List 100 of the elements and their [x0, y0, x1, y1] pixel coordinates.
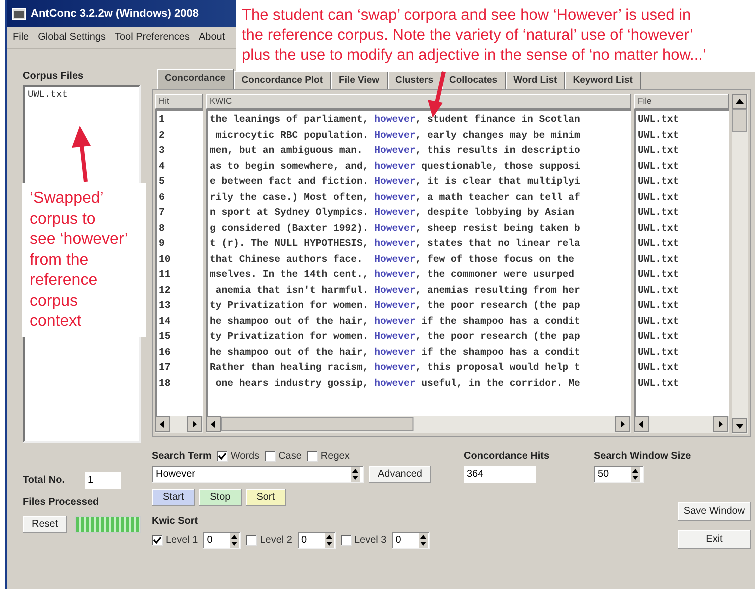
- tab[interactable]: File View: [331, 71, 388, 89]
- window-title: AntConc 3.2.2w (Windows) 2008: [31, 8, 199, 20]
- action-button[interactable]: Sort: [246, 489, 286, 506]
- action-button[interactable]: Start: [152, 489, 196, 506]
- pointer-arrow: [72, 126, 91, 182]
- file-name: UWL.txt: [637, 206, 680, 220]
- kwic-line: g considered (Baxter 1992). However, sheep resist being taken b: [209, 222, 582, 236]
- action-button[interactable]: Stop: [199, 489, 242, 506]
- checkbox[interactable]: [216, 451, 228, 462]
- spinner-icon[interactable]: [418, 532, 428, 548]
- file-name: UWL.txt: [637, 284, 680, 298]
- field-label: Total No.: [23, 475, 66, 486]
- hit-number: 12: [158, 284, 172, 298]
- scrollbar[interactable]: [634, 416, 729, 433]
- menu-item[interactable]: Global Settings: [38, 32, 106, 43]
- tab[interactable]: Collocates: [442, 71, 506, 89]
- section-label: Search Window Size: [594, 451, 692, 462]
- tab[interactable]: Concordance Plot: [234, 71, 332, 89]
- file-name: UWL.txt: [637, 268, 680, 282]
- tab[interactable]: Clusters: [388, 71, 442, 89]
- hit-number: 8: [158, 222, 166, 236]
- level-field[interactable]: 0: [298, 532, 336, 549]
- column-header[interactable]: KWIC: [206, 94, 631, 111]
- kwic-line: men, but an ambiguous man. However, this results in descriptio: [209, 144, 582, 158]
- hit-number: 3: [158, 144, 166, 158]
- tab[interactable]: Concordance: [157, 69, 234, 89]
- scrollbar[interactable]: [155, 416, 203, 433]
- panel-label: Corpus Files: [23, 71, 85, 82]
- checkbox[interactable]: [152, 534, 163, 546]
- exit-button[interactable]: Exit: [678, 530, 751, 549]
- tab[interactable]: Word List: [506, 71, 566, 89]
- checkbox-label[interactable]: Case: [278, 451, 302, 462]
- kwic-line: he shampoo out of the hair, however if the shampoo has a condit: [209, 314, 582, 328]
- checkbox-label[interactable]: Level 3: [354, 534, 387, 546]
- checkbox-label[interactable]: Words: [230, 451, 260, 462]
- file-name: UWL.txt: [637, 314, 680, 328]
- file-name: UWL.txt: [637, 128, 680, 142]
- app-icon: [12, 8, 26, 20]
- hit-number: 2: [158, 128, 166, 142]
- file-item[interactable]: UWL.txt: [28, 89, 136, 100]
- checkbox[interactable]: [306, 451, 318, 462]
- hit-number: 13: [158, 299, 172, 313]
- kwic-line: the leanings of parliament, however, student finance in Scotlan: [209, 113, 582, 127]
- file-name: UWL.txt: [637, 160, 680, 174]
- file-name: UWL.txt: [637, 144, 680, 158]
- search-field[interactable]: However: [152, 466, 364, 483]
- hit-number: 4: [158, 160, 166, 174]
- column-header[interactable]: File: [634, 94, 729, 111]
- file-name: UWL.txt: [637, 361, 680, 375]
- menu-item[interactable]: File: [13, 32, 30, 43]
- hit-number: 10: [158, 252, 172, 266]
- hit-number: 17: [158, 361, 172, 375]
- file-name: UWL.txt: [637, 346, 680, 360]
- kwic-line: as to begin somewhere, and, however questionable, those supposi: [209, 160, 582, 174]
- checkbox-label[interactable]: Regex: [320, 451, 350, 462]
- kwic-line: t (r). The NULL HYPOTHESIS, however, states that no linear rela: [209, 237, 582, 251]
- spinner-icon[interactable]: [230, 532, 240, 548]
- save-window-button[interactable]: Save Window: [678, 502, 751, 521]
- section-label: Kwic Sort: [152, 516, 200, 528]
- file-name: UWL.txt: [637, 175, 680, 189]
- checkbox[interactable]: [340, 534, 352, 546]
- window-size-field[interactable]: 50: [594, 466, 644, 483]
- menu-item[interactable]: Tool Preferences: [114, 32, 190, 43]
- kwic-line: ty Privatization for women. However, the poor research (the pap: [209, 299, 582, 313]
- section-label: Concordance Hits: [464, 451, 551, 462]
- spinner-icon[interactable]: [351, 467, 360, 482]
- reset-button[interactable]: Reset: [23, 516, 68, 533]
- checkbox[interactable]: [264, 451, 276, 462]
- file-name: UWL.txt: [637, 222, 680, 236]
- hit-number: 5: [158, 175, 166, 189]
- file-name: UWL.txt: [637, 252, 680, 266]
- level-field[interactable]: 0: [203, 532, 242, 549]
- tab[interactable]: Keyword List: [565, 71, 641, 89]
- file-name: UWL.txt: [637, 190, 680, 204]
- level-field[interactable]: 0: [392, 532, 430, 549]
- menu-item[interactable]: About: [199, 32, 226, 43]
- scrollbar[interactable]: [206, 416, 631, 433]
- kwic-line: Rather than healing racism, however, this proposal would help t: [209, 361, 582, 375]
- kwic-line: mselves. In the 14th cent., however, the commoner were usurped: [209, 268, 576, 282]
- total-field: 1: [85, 472, 122, 489]
- file-name: UWL.txt: [637, 299, 680, 313]
- kwic-line: rily the case.) Most often, however, a math teacher can tell af: [209, 190, 582, 204]
- hit-number: 9: [158, 237, 166, 251]
- hit-number: 1: [158, 113, 166, 127]
- spinner-icon[interactable]: [324, 532, 334, 548]
- scrollbar[interactable]: [732, 94, 748, 433]
- hit-number: 7: [158, 206, 166, 220]
- checkbox-label[interactable]: Level 2: [260, 534, 292, 546]
- hit-number: 18: [158, 376, 172, 390]
- file-name: UWL.txt: [637, 330, 680, 344]
- file-name: UWL.txt: [637, 113, 680, 127]
- spinner-icon[interactable]: [631, 467, 640, 482]
- checkbox[interactable]: [246, 534, 258, 546]
- kwic-line: microcytic RBC population. However, early changes may be minim: [214, 128, 582, 142]
- column-header[interactable]: Hit: [155, 94, 203, 111]
- section-label: Search Term: [152, 451, 212, 462]
- hit-number: 6: [158, 190, 166, 204]
- callout-text: ‘Swapped’ corpus to see ‘however’ from the reference corpus context: [30, 189, 130, 332]
- checkbox-label[interactable]: Level 1: [166, 534, 198, 546]
- advanced-button[interactable]: Advanced: [369, 466, 432, 483]
